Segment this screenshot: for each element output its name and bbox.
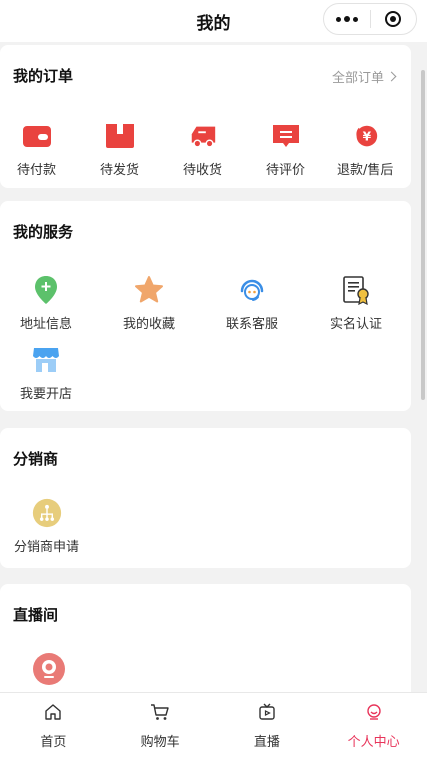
tab-profile[interactable]: 个人中心 [320, 693, 427, 757]
order-item-label: 待付款 [17, 163, 57, 178]
order-item-label: 待收货 [183, 163, 223, 178]
service-customer-support[interactable]: 联系客服 [226, 275, 278, 332]
service-item-label: 联系客服 [226, 317, 279, 332]
all-orders-label: 全部订单 [331, 71, 384, 86]
more-dot-icon [352, 16, 358, 22]
more-dot-icon [335, 16, 341, 22]
service-favorites[interactable]: 我的收藏 [123, 275, 175, 332]
service-open-shop[interactable]: 我要开店 [20, 345, 72, 402]
close-button[interactable] [371, 11, 417, 27]
distributor-item-label: 分销商申请 [14, 540, 80, 555]
service-address[interactable]: 地址信息 [20, 275, 72, 332]
order-pending-payment[interactable]: 待付款 [17, 121, 56, 178]
services-title: 我的服务 [13, 223, 74, 241]
services-card: 我的服务 地址信息 我的收藏 联系客服 实名认证 我要开店 [0, 201, 411, 411]
service-item-label: 实名认证 [330, 317, 383, 332]
more-menu-button[interactable] [324, 16, 370, 22]
service-real-name-verification[interactable]: 实名认证 [330, 275, 382, 332]
all-orders-link[interactable]: 全部订单 [331, 67, 397, 86]
distributor-apply[interactable]: 分销商申请 [14, 498, 79, 555]
page-title: 我的 [196, 13, 231, 34]
tab-label: 购物车 [140, 735, 180, 750]
comment-icon [271, 121, 301, 151]
live-room-title: 直播间 [13, 606, 59, 624]
live-icon [258, 703, 276, 725]
distributor-card: 分销商 分销商申请 [0, 428, 411, 568]
tab-live[interactable]: 直播 [214, 693, 321, 757]
chevron-right-icon [386, 71, 397, 82]
star-icon [134, 275, 164, 305]
network-icon [32, 498, 62, 528]
live-room-card: 直播间 [0, 584, 411, 704]
home-icon [44, 703, 62, 725]
service-item-label: 我要开店 [20, 387, 73, 402]
orders-card: 我的订单 全部订单 待付款 待发货 待收货 待评价 ¥ 退款/售后 [0, 45, 411, 188]
live-room-entry[interactable] [32, 652, 66, 686]
close-icon [385, 11, 402, 27]
order-item-label: 待发货 [100, 163, 140, 178]
scrollbar[interactable] [421, 70, 425, 400]
tab-label: 个人中心 [347, 735, 400, 750]
tab-home[interactable]: 首页 [0, 693, 107, 757]
headset-icon [237, 275, 267, 305]
bottom-tab-bar: 首页 购物车 直播 个人中心 [0, 692, 427, 757]
profile-icon [365, 703, 383, 725]
more-dot-icon [343, 16, 350, 22]
order-pending-shipment[interactable]: 待发货 [100, 121, 139, 178]
orders-title: 我的订单 [13, 67, 74, 85]
truck-icon [188, 121, 218, 151]
refund-icon: ¥ [350, 121, 380, 151]
shop-icon [31, 345, 61, 375]
box-icon [105, 121, 135, 151]
tab-label: 首页 [40, 735, 67, 750]
top-nav-bar: 我的 [0, 0, 427, 42]
order-item-label: 退款/售后 [337, 163, 394, 178]
cart-icon [150, 703, 170, 725]
order-item-label: 待评价 [266, 163, 306, 178]
service-item-label: 我的收藏 [123, 317, 176, 332]
distributor-title: 分销商 [13, 450, 59, 468]
mini-program-capsule [323, 3, 417, 35]
order-refund-aftersale[interactable]: ¥ 退款/售后 [337, 121, 393, 178]
location-icon [31, 275, 61, 305]
service-item-label: 地址信息 [20, 317, 73, 332]
svg-text:¥: ¥ [363, 130, 372, 144]
order-pending-review[interactable]: 待评价 [266, 121, 305, 178]
order-pending-receipt[interactable]: 待收货 [183, 121, 222, 178]
wallet-icon [22, 121, 52, 151]
certificate-icon [341, 275, 371, 305]
tab-cart[interactable]: 购物车 [107, 693, 214, 757]
camera-icon [32, 652, 66, 686]
tab-label: 直播 [253, 735, 280, 750]
